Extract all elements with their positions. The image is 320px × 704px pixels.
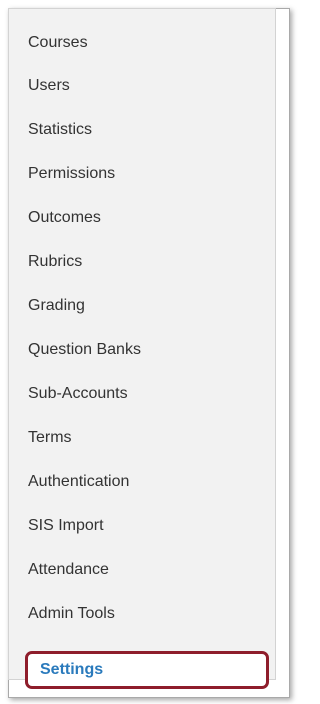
settings-highlight-callout: Settings [25,651,269,689]
nav-item-sis-import[interactable]: SIS Import [28,506,104,546]
nav-item-users[interactable]: Users [28,66,70,106]
nav-item-outcomes[interactable]: Outcomes [28,198,101,238]
nav-item-authentication[interactable]: Authentication [28,462,129,502]
nav-item-terms[interactable]: Terms [28,418,72,458]
nav-item-grading[interactable]: Grading [28,286,85,326]
nav-item-courses[interactable]: Courses [28,23,88,63]
nav-item-settings[interactable]: Settings [40,654,103,686]
nav-item-rubrics[interactable]: Rubrics [28,242,82,282]
nav-item-statistics[interactable]: Statistics [28,110,92,150]
nav-item-admin-tools[interactable]: Admin Tools [28,594,115,634]
nav-item-question-banks[interactable]: Question Banks [28,330,141,370]
nav-item-sub-accounts[interactable]: Sub-Accounts [28,374,128,414]
nav-item-attendance[interactable]: Attendance [28,550,109,590]
nav-item-permissions[interactable]: Permissions [28,154,115,194]
